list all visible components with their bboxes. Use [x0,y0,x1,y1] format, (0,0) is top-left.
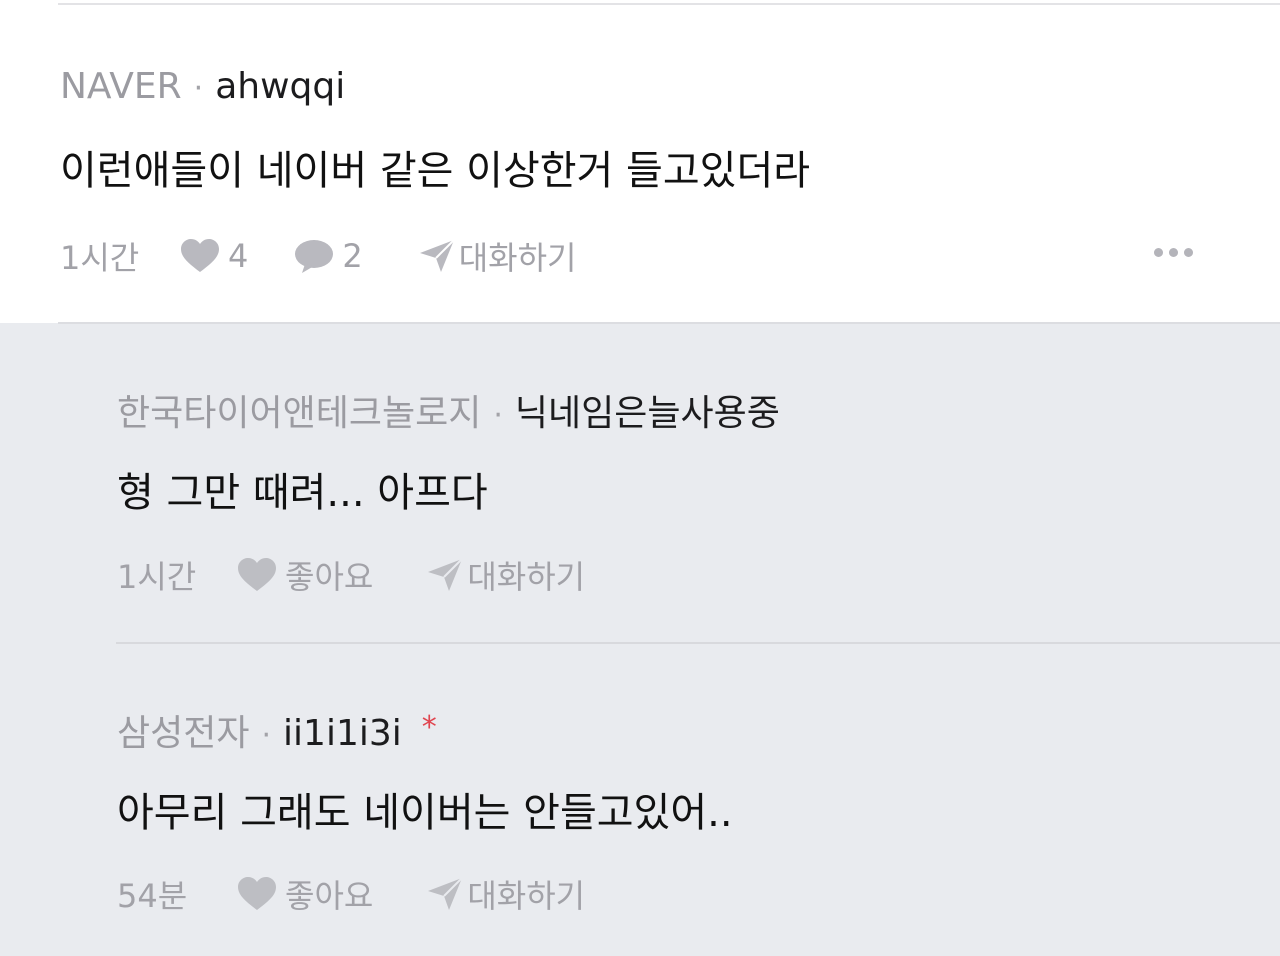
send-plane-icon [419,239,455,273]
chat-button[interactable]: 대화하기 [427,871,585,917]
post-body: 이런애들이 네이버 같은 이상한거 들고있더라 [60,148,811,194]
post-company: NAVER [60,66,182,107]
reply-time: 54분 [117,877,188,915]
reply-author-line[interactable]: 삼성전자 · ii1i1i3i * [117,704,437,756]
reply-body: 형 그만 때려... 아프다 [117,470,488,516]
reply-actions: 1시간 좋아요 대화하기 [117,552,585,598]
post-separator: · [193,71,204,106]
reply-actions: 54분 좋아요 대화하기 [117,871,585,917]
reply-time: 1시간 [117,558,197,596]
post-nickname[interactable]: ahwqqi [215,66,345,107]
chat-label: 대화하기 [458,239,577,277]
like-button[interactable]: 4 [180,237,248,275]
post-author-line[interactable]: NAVER · ahwqqi [60,66,345,107]
heart-icon [237,876,277,912]
reply-nickname[interactable]: 닉네임은늘사용중 [515,384,780,436]
like-count: 4 [228,237,249,275]
top-divider [58,3,1280,5]
chat-label: 대화하기 [467,558,586,596]
more-dots-icon[interactable] [1154,248,1193,257]
reply-nickname[interactable]: ii1i1i3i [283,713,402,754]
comment-count: 2 [342,237,363,275]
chat-label: 대화하기 [467,877,586,915]
post-actions: 1시간 4 2 대화하기 [60,233,577,279]
like-label: 좋아요 [285,558,374,596]
post-time: 1시간 [60,239,140,277]
reply-divider [116,642,1280,644]
send-plane-icon [427,877,464,911]
chat-button[interactable]: 대화하기 [427,552,585,598]
chat-button[interactable]: 대화하기 [419,233,577,279]
author-badge: * [421,710,437,745]
reply-company: 삼성전자 [117,713,250,754]
reply-company: 한국타이어앤테크놀로지 [117,393,482,434]
reply-body: 아무리 그래도 네이버는 안들고있어.. [117,790,733,836]
like-button[interactable]: 좋아요 [237,552,373,598]
like-label: 좋아요 [285,877,374,915]
reply-author-line[interactable]: 한국타이어앤테크놀로지 · 닉네임은늘사용중 [117,384,780,436]
heart-icon [237,557,277,593]
comment-button[interactable]: 2 [294,237,363,275]
reply-separator: · [261,718,272,753]
heart-icon [180,238,220,274]
like-button[interactable]: 좋아요 [237,871,373,917]
send-plane-icon [427,558,464,592]
reply-separator: · [493,398,503,433]
comment-bubble-icon [294,238,334,274]
replies-divider [58,322,1280,324]
